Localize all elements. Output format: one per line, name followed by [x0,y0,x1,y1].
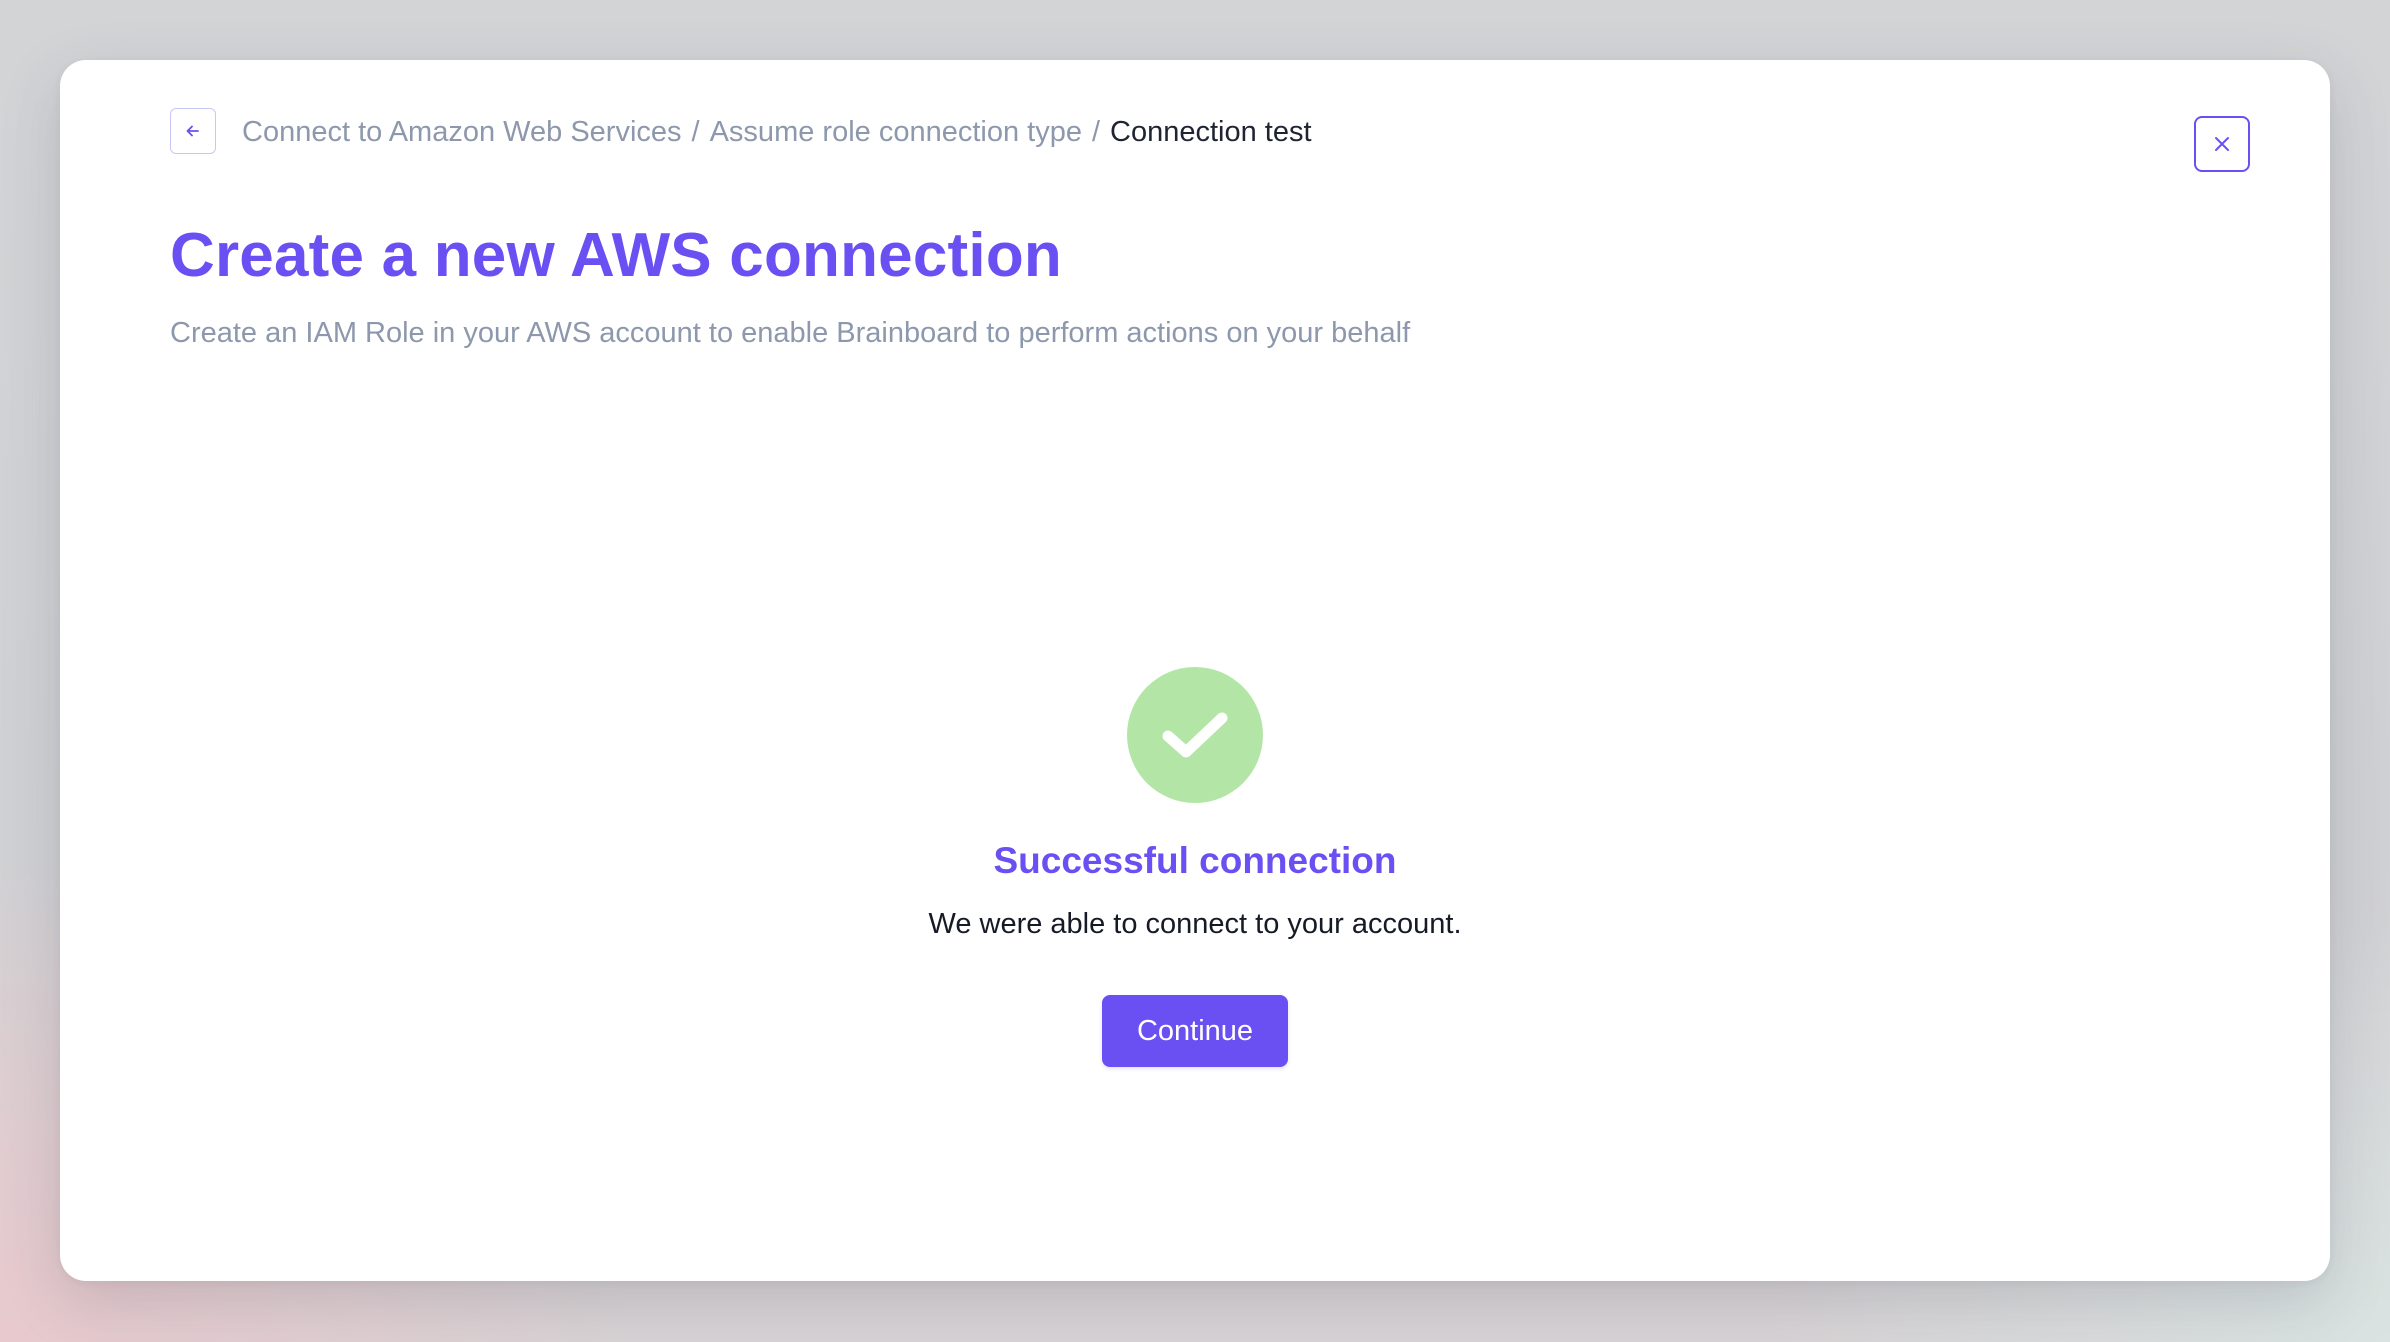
success-message: We were able to connect to your account. [928,908,1462,940]
connection-result: Successful connection We were able to co… [60,667,2330,1067]
page-title: Create a new AWS connection [170,221,1062,290]
breadcrumb-separator: / [691,115,700,148]
connection-modal: Connect to Amazon Web Services / Assume … [60,60,2330,1281]
success-status-circle [1127,667,1263,803]
breadcrumb-item-current: Connection test [1110,115,1312,148]
arrow-left-icon [184,122,202,140]
checkmark-icon [1160,709,1230,761]
close-icon [2212,134,2232,154]
breadcrumb: Connect to Amazon Web Services / Assume … [242,112,1312,152]
page-subtitle: Create an IAM Role in your AWS account t… [170,317,1411,349]
close-button[interactable] [2194,116,2250,172]
back-button[interactable] [170,108,216,154]
breadcrumb-item-assume-role[interactable]: Assume role connection type [710,116,1082,149]
breadcrumb-item-connect-aws[interactable]: Connect to Amazon Web Services [242,116,682,149]
breadcrumb-separator: / [1091,115,1101,148]
success-title: Successful connection [993,840,1397,881]
continue-button[interactable]: Continue [1102,995,1288,1067]
